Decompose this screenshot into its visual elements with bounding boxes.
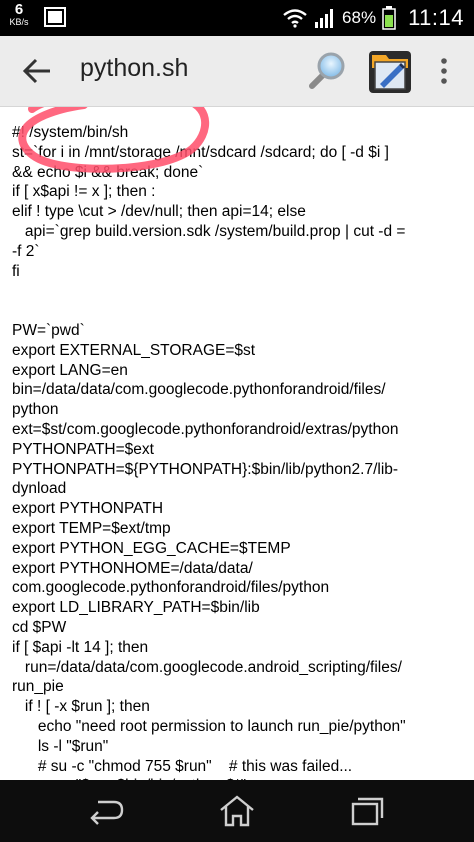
- code-line: -f 2`: [12, 242, 40, 260]
- code-line: && echo $i && break; done`: [12, 163, 204, 181]
- code-line: export PYTHONHOME=/data/data/: [12, 559, 253, 577]
- page-title: python.sh: [80, 54, 189, 82]
- code-line: PYTHONPATH=$ext: [12, 440, 154, 458]
- code-line: com.googlecode.pythonforandroid/files/py…: [12, 579, 330, 597]
- battery-percent: 68%: [342, 8, 377, 27]
- code-line: if [ $api -lt 14 ]; then: [12, 638, 149, 656]
- code-line: elif ! type \cut > /dev/null; then api=1…: [12, 203, 306, 221]
- navigation-bar: [0, 780, 474, 842]
- code-line: if ! [ -x $run ]; then: [12, 698, 150, 716]
- status-bar: 6 KB/s 68% 11:14: [0, 0, 474, 36]
- code-line: export LANG=en: [12, 361, 128, 379]
- back-arrow-icon[interactable]: [22, 57, 52, 85]
- code-line: export PYTHON_EGG_CACHE=$TEMP: [12, 539, 291, 557]
- wifi-icon: [283, 9, 307, 28]
- nav-home-icon[interactable]: [217, 794, 257, 828]
- code-line: export LD_LIBRARY_PATH=$bin/lib: [12, 599, 260, 617]
- code-line: ext=$st/com.googlecode.pythonforandroid/…: [12, 421, 399, 438]
- search-icon[interactable]: [306, 50, 348, 92]
- code-line: export TEMP=$ext/tmp: [12, 520, 171, 537]
- code-line: export EXTERNAL_STORAGE=$st: [12, 341, 256, 359]
- gallery-icon: [44, 7, 66, 27]
- code-line: run_pie: [12, 678, 64, 696]
- code-line: echo "need root permission to launch run…: [12, 718, 406, 735]
- file-content-view[interactable]: #! /system/bin/sh st=`for i in /mnt/stora…: [0, 107, 474, 780]
- code-line: bin=/data/data/com.googlecode.pythonfora…: [12, 381, 386, 399]
- network-speed-value: 6: [14, 1, 24, 18]
- code-line: PYTHONPATH=${PYTHONPATH}:$bin/lib/python…: [12, 460, 399, 478]
- overflow-menu-icon[interactable]: [436, 56, 452, 86]
- signal-icon: [315, 9, 334, 28]
- code-line: cd $PW: [12, 619, 67, 636]
- nav-recents-icon[interactable]: [347, 794, 387, 828]
- code-line: #! /system/bin/sh: [12, 124, 129, 141]
- clock: 11:14: [408, 5, 464, 30]
- battery-icon: [382, 6, 396, 30]
- code-line: PW=`pwd`: [12, 322, 85, 339]
- code-line: export PYTHONPATH: [12, 500, 164, 518]
- code-line: if [ x$api != x ]; then :: [12, 183, 156, 201]
- action-bar: python.sh: [0, 36, 474, 107]
- code-line: run=/data/data/com.googlecode.android_sc…: [12, 658, 402, 676]
- app-icon[interactable]: [368, 48, 412, 94]
- code-line: dynload: [12, 480, 67, 498]
- code-line: python: [12, 401, 59, 419]
- code-line: st=`for i in /mnt/storage /mnt/sdcard /s…: [12, 143, 389, 161]
- code-line: fi: [12, 262, 20, 280]
- network-speed-indicator: 6 KB/s: [6, 2, 32, 27]
- nav-back-icon[interactable]: [86, 794, 126, 828]
- network-speed-unit: KB/s: [9, 17, 29, 27]
- code-line: ls -l "$run": [12, 737, 109, 755]
- code-line: # su -c "chmod 755 $run" # this was fail…: [12, 757, 353, 775]
- code-line: api=`grep build.version.sdk /system/buil…: [12, 223, 406, 240]
